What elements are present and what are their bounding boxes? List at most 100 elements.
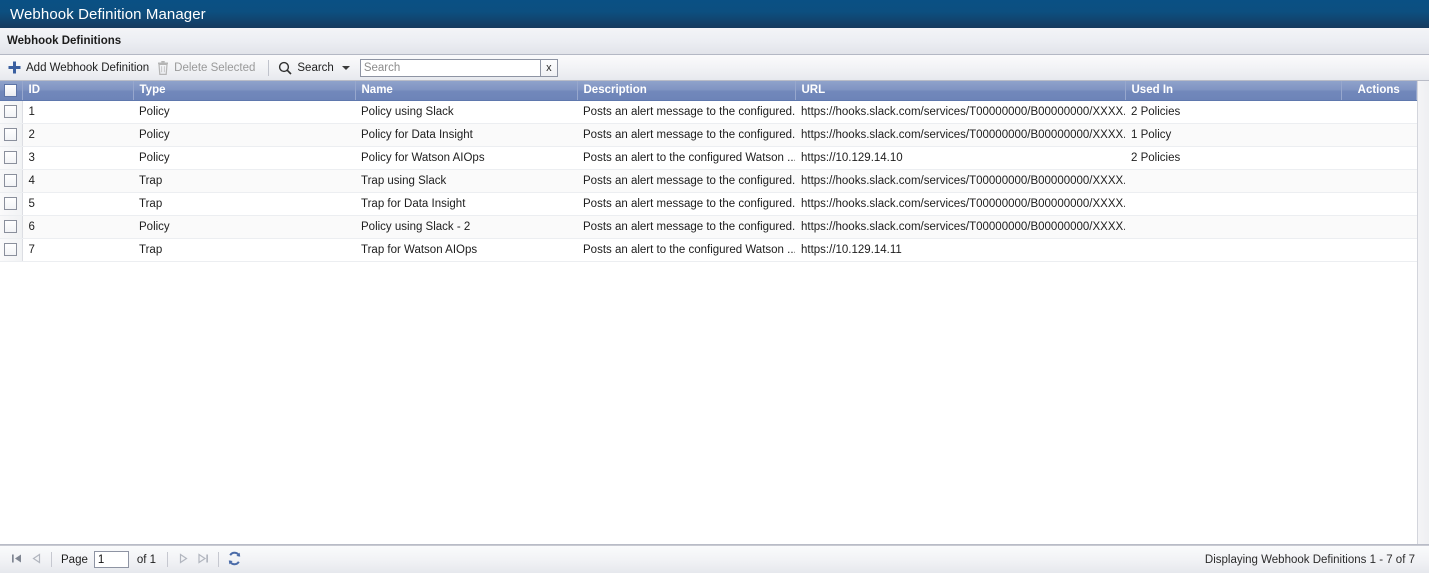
refresh-button[interactable] (224, 550, 244, 570)
cell-actions (1341, 238, 1417, 262)
cell-type: Trap (133, 238, 355, 262)
delete-selected-button[interactable]: Delete Selected (155, 58, 261, 78)
add-webhook-definition-label: Add Webhook Definition (26, 61, 150, 74)
table-row[interactable]: 4 Trap Trap using Slack Posts an alert mess… (0, 169, 1417, 193)
cell-type: Policy (133, 146, 355, 170)
page-total-label: of 1 (136, 553, 157, 566)
cell-url: https://hooks.slack.com/services/T000000… (795, 123, 1125, 147)
page-number-input[interactable] (93, 551, 129, 568)
cell-type: Trap (133, 192, 355, 216)
select-all-checkbox[interactable] (4, 83, 18, 97)
grid-vertical-scrollbar[interactable] (1417, 81, 1429, 544)
cell-type: Policy (133, 100, 355, 124)
column-header-used-in[interactable]: Used In (1125, 81, 1342, 101)
row-select-cell[interactable] (0, 146, 23, 170)
cell-type: Policy (133, 123, 355, 147)
column-header-type[interactable]: Type (133, 81, 356, 101)
cell-used-in: 1 Policy (1125, 123, 1341, 147)
column-header-select-all[interactable] (0, 81, 23, 101)
next-page-button[interactable] (173, 550, 193, 570)
cell-url: https://hooks.slack.com/services/T000000… (795, 192, 1125, 216)
column-header-name[interactable]: Name (355, 81, 578, 101)
cell-name: Trap for Watson AIOps (355, 238, 577, 262)
table-row[interactable]: 5 Trap Trap for Data Insight Posts an alert… (0, 192, 1417, 216)
cell-used-in (1125, 169, 1341, 193)
table-row[interactable]: 6 Policy Policy using Slack - 2 Posts an al… (0, 215, 1417, 239)
cell-used-in (1125, 215, 1341, 239)
search-input[interactable] (359, 58, 540, 77)
table-row[interactable]: 7 Trap Trap for Watson AIOps Posts an alert… (0, 238, 1417, 262)
column-header-id[interactable]: ID (22, 81, 134, 101)
cell-description: Posts an alert to the configured Watson … (577, 238, 795, 262)
window-titlebar: Webhook Definition Manager (0, 0, 1429, 28)
trash-icon (157, 60, 169, 75)
previous-page-button[interactable] (26, 550, 46, 570)
table-row[interactable]: 3 Policy Policy for Watson AIOps Posts an a… (0, 146, 1417, 170)
row-checkbox[interactable] (4, 220, 18, 233)
cell-actions (1341, 146, 1417, 170)
plus-icon (8, 61, 21, 74)
row-checkbox[interactable] (4, 243, 18, 256)
cell-id: 7 (22, 238, 133, 262)
cell-actions (1341, 169, 1417, 193)
delete-selected-label: Delete Selected (174, 61, 256, 74)
cell-type: Trap (133, 169, 355, 193)
window-title: Webhook Definition Manager (10, 5, 206, 23)
page-label: Page (61, 553, 88, 566)
refresh-icon (227, 551, 242, 569)
cell-name: Trap using Slack (355, 169, 577, 193)
table-row[interactable]: 2 Policy Policy for Data Insight Posts an a… (0, 123, 1417, 147)
row-checkbox[interactable] (4, 151, 18, 164)
cell-name: Policy for Watson AIOps (355, 146, 577, 170)
row-select-cell[interactable] (0, 238, 23, 262)
panel-header: Webhook Definitions (0, 28, 1429, 55)
cell-url: https://hooks.slack.com/services/T000000… (795, 215, 1125, 239)
row-select-cell[interactable] (0, 192, 23, 216)
column-header-description[interactable]: Description (577, 81, 796, 101)
status-text: Displaying Webhook Definitions 1 - 7 of … (1204, 553, 1415, 566)
cell-url: https://hooks.slack.com/services/T000000… (795, 169, 1125, 193)
row-checkbox[interactable] (4, 105, 18, 118)
row-select-cell[interactable] (0, 215, 23, 239)
add-webhook-definition-button[interactable]: Add Webhook Definition (6, 58, 155, 78)
cell-description: Posts an alert to the configured Watson … (577, 146, 795, 170)
webhook-definition-manager-window: Webhook Definition Manager Webhook Defin… (0, 0, 1429, 573)
cell-id: 4 (22, 169, 133, 193)
cell-description: Posts an alert message to the configured… (577, 215, 795, 239)
first-page-button[interactable] (6, 550, 26, 570)
grid-toolbar: Add Webhook Definition Delete Selected S… (0, 55, 1429, 81)
webhook-definitions-grid: ID Type Name Description URL Used In Act… (0, 81, 1429, 545)
webhook-definitions-table: ID Type Name Description URL Used In Act… (0, 81, 1417, 262)
first-page-icon (10, 552, 23, 568)
cell-description: Posts an alert message to the configured… (577, 169, 795, 193)
column-header-actions[interactable]: Actions (1341, 81, 1417, 101)
cell-used-in: 2 Policies (1125, 146, 1341, 170)
pagination-controls: Page of 1 (6, 550, 244, 570)
cell-url: https://10.129.14.11 (795, 238, 1125, 262)
row-select-cell[interactable] (0, 123, 23, 147)
row-select-cell[interactable] (0, 100, 23, 124)
cell-actions (1341, 192, 1417, 216)
cell-url: https://10.129.14.10 (795, 146, 1125, 170)
next-page-icon (177, 552, 190, 568)
table-row[interactable]: 1 Policy Policy using Slack Posts an alert … (0, 100, 1417, 124)
search-field-group: x (359, 58, 558, 77)
cell-name: Trap for Data Insight (355, 192, 577, 216)
toolbar-separator (268, 59, 270, 76)
cell-name: Policy using Slack - 2 (355, 215, 577, 239)
row-checkbox[interactable] (4, 174, 18, 187)
row-checkbox[interactable] (4, 197, 18, 210)
search-menu-button[interactable]: Search (276, 58, 355, 78)
search-menu-label: Search (297, 61, 334, 74)
cell-description: Posts an alert message to the configured… (577, 123, 795, 147)
last-page-button[interactable] (193, 550, 213, 570)
column-header-url[interactable]: URL (795, 81, 1126, 101)
clear-search-button[interactable]: x (539, 58, 558, 77)
last-page-icon (197, 552, 210, 568)
cell-id: 5 (22, 192, 133, 216)
cell-actions (1341, 100, 1417, 124)
cell-id: 6 (22, 215, 133, 239)
row-select-cell[interactable] (0, 169, 23, 193)
row-checkbox[interactable] (4, 128, 18, 141)
panel-title: Webhook Definitions (7, 35, 122, 47)
